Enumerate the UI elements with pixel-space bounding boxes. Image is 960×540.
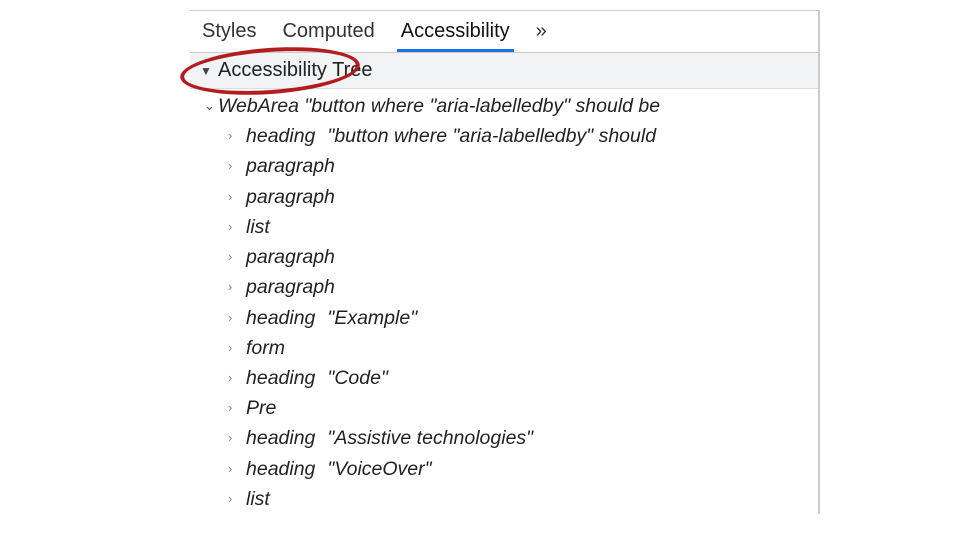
- ax-role: heading: [246, 423, 315, 453]
- tree-root-node[interactable]: ⌄ WebArea "button where "aria-labelledby…: [190, 91, 818, 121]
- tree-child-node[interactable]: › paragraph: [190, 242, 818, 272]
- tree-child-node[interactable]: › Pre: [190, 393, 818, 423]
- chevron-right-icon: ›: [228, 247, 240, 267]
- chevron-right-icon: ›: [228, 338, 240, 358]
- tree-child-node[interactable]: › heading "Code": [190, 363, 818, 393]
- tab-accessibility[interactable]: Accessibility: [397, 12, 514, 51]
- disclosure-triangle-down-icon: ▼: [200, 64, 212, 78]
- chevron-down-icon: ⌄: [204, 96, 216, 116]
- tree-child-node[interactable]: › list: [190, 212, 818, 242]
- tree-child-node[interactable]: › paragraph: [190, 182, 818, 212]
- tree-child-node[interactable]: › heading "Assistive technologies": [190, 423, 818, 453]
- ax-name: "Example": [327, 303, 417, 333]
- chevron-right-icon: ›: [228, 126, 240, 146]
- tree-child-node[interactable]: › list: [190, 484, 818, 514]
- ax-role: paragraph: [246, 242, 335, 272]
- ax-name: "Code": [327, 363, 387, 393]
- accessibility-tree: ⌄ WebArea "button where "aria-labelledby…: [190, 89, 818, 514]
- ax-role: paragraph: [246, 182, 335, 212]
- chevron-right-icon: ›: [228, 187, 240, 207]
- tree-child-node[interactable]: › paragraph: [190, 151, 818, 181]
- chevron-right-icon: ›: [228, 368, 240, 388]
- tab-computed[interactable]: Computed: [278, 12, 378, 51]
- ax-name: "VoiceOver": [327, 454, 431, 484]
- ax-role: heading: [246, 121, 315, 151]
- chevron-right-icon: ›: [228, 459, 240, 479]
- ax-name: "button where "aria-labelledby" should b…: [304, 95, 660, 117]
- tab-overflow-button[interactable]: »: [532, 14, 551, 49]
- ax-role: heading: [246, 303, 315, 333]
- section-title: Accessibility Tree: [218, 59, 373, 82]
- chevron-right-icon: ›: [228, 428, 240, 448]
- ax-role: heading: [246, 363, 315, 393]
- tree-child-node[interactable]: › heading "VoiceOver": [190, 454, 818, 484]
- ax-name: "Assistive technologies": [327, 423, 533, 453]
- devtools-accessibility-panel: Styles Computed Accessibility » ▼ Access…: [190, 10, 820, 514]
- ax-role: list: [246, 212, 270, 242]
- chevron-right-icon: ›: [228, 308, 240, 328]
- ax-role: form: [246, 333, 285, 363]
- tree-child-node[interactable]: › form: [190, 333, 818, 363]
- accessibility-tree-section-header[interactable]: ▼ Accessibility Tree: [190, 53, 818, 89]
- tree-child-node[interactable]: › heading "Example": [190, 303, 818, 333]
- tree-child-node[interactable]: › heading "button where "aria-labelledby"…: [190, 121, 818, 151]
- chevron-right-icon: ›: [228, 217, 240, 237]
- tab-styles[interactable]: Styles: [198, 12, 260, 51]
- ax-role: Pre: [246, 393, 276, 423]
- ax-name: "button where "aria-labelledby" should: [327, 121, 656, 151]
- chevron-right-icon: ›: [228, 489, 240, 509]
- tree-node-label: WebArea "button where "aria-labelledby" …: [218, 91, 660, 121]
- chevron-right-icon: ›: [228, 277, 240, 297]
- ax-role: list: [246, 484, 270, 514]
- chevron-right-icon: ›: [228, 156, 240, 176]
- ax-role: paragraph: [246, 151, 335, 181]
- chevron-right-icon: ›: [228, 398, 240, 418]
- ax-role: WebArea: [218, 95, 299, 117]
- styles-sidebar-tabs: Styles Computed Accessibility »: [190, 11, 818, 53]
- tree-child-node[interactable]: › paragraph: [190, 272, 818, 302]
- ax-role: paragraph: [246, 272, 335, 302]
- ax-role: heading: [246, 454, 315, 484]
